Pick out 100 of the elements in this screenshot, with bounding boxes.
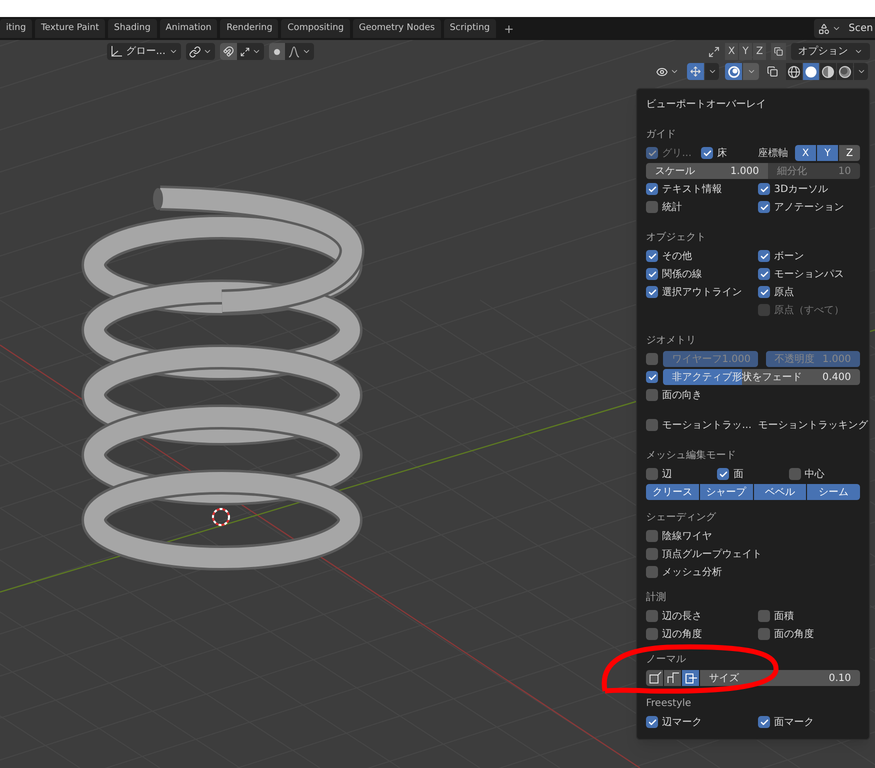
axis-toggle[interactable]: X: [795, 145, 816, 161]
caret-icon: [746, 67, 756, 76]
axis-toggle[interactable]: Y: [739, 43, 752, 60]
slider-field[interactable]: スケール 1.000: [646, 163, 768, 179]
axes-icon: [110, 45, 123, 58]
overlay-toggle[interactable]: [725, 63, 742, 80]
checkbox[interactable]: メッシュ分析: [646, 563, 758, 581]
shading-dropdown[interactable]: [854, 63, 868, 80]
checkbox[interactable]: 頂点グループウェイト: [646, 545, 758, 563]
checkbox[interactable]: 陰線ワイヤ: [646, 527, 758, 545]
axis-toggle[interactable]: Z: [839, 145, 860, 161]
checkmark-icon: [760, 718, 768, 726]
workspace-tab[interactable]: Compositing: [281, 19, 350, 38]
checkbox[interactable]: その他: [646, 247, 758, 265]
checkmark-icon: [648, 148, 656, 158]
transform-orientation-dropdown[interactable]: グロー...: [107, 43, 181, 60]
scene-selector[interactable]: Scen: [814, 19, 875, 38]
scene-icon: [818, 22, 830, 34]
shading-mode-button[interactable]: [803, 63, 819, 80]
axis-toggle[interactable]: Z: [753, 43, 766, 60]
workspace-tab[interactable]: Animation: [160, 19, 218, 38]
checkbox[interactable]: 統計: [646, 198, 758, 216]
shading-mode-button[interactable]: [820, 63, 836, 80]
sphere-icon: [838, 64, 852, 78]
workspace-tab[interactable]: Texture Paint: [34, 19, 106, 38]
checkbox[interactable]: モーショントラッ...: [646, 416, 758, 434]
checkbox[interactable]: アノテーション: [758, 198, 860, 216]
checkmark-icon: [718, 470, 728, 478]
checkbox[interactable]: 面マーク: [758, 713, 860, 731]
axis-toggle[interactable]: Y: [817, 145, 838, 161]
sphere-icon: [821, 64, 835, 78]
checkbox[interactable]: モーションパス: [758, 265, 860, 283]
workspace-tab[interactable]: Scripting: [444, 19, 496, 38]
snap-toggle[interactable]: [220, 43, 237, 60]
checkbox[interactable]: 面の角度: [758, 625, 860, 643]
dot-icon: [272, 48, 281, 56]
checkbox[interactable]: [646, 350, 658, 368]
3d-cursor-icon: [212, 508, 230, 526]
tracking-label: モーショントラッキング: [758, 418, 868, 432]
checkbox[interactable]: 辺マーク: [646, 713, 758, 731]
workspace-tab[interactable]: Shading: [108, 19, 157, 38]
section-heading: ジオメトリ: [646, 334, 697, 348]
checkbox[interactable]: 面: [717, 465, 789, 483]
workspace-tab[interactable]: iting: [0, 19, 32, 38]
expand-arrows-icon: [240, 46, 250, 56]
normal-toggle[interactable]: [664, 670, 681, 686]
gizmo-toggle[interactable]: [687, 63, 704, 80]
checkbox[interactable]: 辺: [646, 465, 718, 483]
checkbox[interactable]: 選択アウトライン: [646, 283, 758, 301]
normal-icon: [684, 671, 698, 685]
caret-icon: [856, 67, 866, 76]
checkbox[interactable]: 関係の線: [646, 265, 758, 283]
edge-mode-button[interactable]: シャープ: [700, 484, 752, 500]
squares-icon: [774, 47, 783, 56]
caret-icon: [670, 67, 679, 76]
slider-field[interactable]: 非アクティブ形状をフェード 0.400: [663, 369, 860, 385]
link-icon: [188, 46, 201, 58]
sphere-icon: [804, 64, 818, 78]
edge-mode-button[interactable]: クリース: [646, 484, 699, 500]
section-heading: シェーディング: [646, 511, 717, 525]
workspace-tab[interactable]: Rendering: [220, 19, 278, 38]
gizmo-dropdown[interactable]: [705, 63, 719, 80]
slider-field[interactable]: サイズ 0.10: [700, 670, 860, 686]
magnet-icon: [222, 46, 234, 57]
overlapping-circles-icon: [728, 66, 740, 78]
caret-icon: [854, 47, 863, 56]
checkbox[interactable]: 中心: [788, 465, 860, 483]
normal-toggle[interactable]: [682, 670, 699, 686]
proportional-edit-toggle[interactable]: [268, 43, 285, 60]
checkbox[interactable]: 床: [701, 144, 758, 162]
checkbox[interactable]: 辺の角度: [646, 625, 758, 643]
normal-icon: [648, 671, 662, 685]
auto-merge-toggle[interactable]: [771, 43, 786, 60]
section-heading: ガイド: [646, 128, 677, 142]
axes-label: 座標軸: [758, 146, 788, 160]
eye-icon: [656, 66, 668, 78]
checkbox[interactable]: 面積: [758, 607, 860, 625]
checkmark-icon: [702, 148, 712, 158]
checkbox[interactable]: テキスト情報: [646, 180, 758, 198]
caret-icon: [708, 67, 716, 76]
add-workspace-button[interactable]: +: [498, 19, 519, 38]
options-dropdown[interactable]: オプション: [791, 43, 870, 60]
axis-toggle[interactable]: X: [725, 43, 738, 60]
pivot-dropdown[interactable]: [186, 43, 215, 60]
edge-mode-button[interactable]: シーム: [807, 484, 860, 500]
checkbox[interactable]: ボーン: [758, 247, 860, 265]
checkbox[interactable]: 辺の長さ: [646, 607, 758, 625]
checkbox[interactable]: 面の向き: [646, 386, 758, 404]
normal-toggle[interactable]: [646, 670, 663, 686]
shading-mode-button[interactable]: [786, 63, 802, 80]
checkbox[interactable]: [646, 368, 658, 386]
checkbox[interactable]: 原点: [758, 283, 860, 301]
edge-mode-button[interactable]: ベベル: [754, 484, 806, 500]
caret-icon: [168, 47, 178, 56]
caret-icon: [202, 47, 212, 56]
shading-mode-button[interactable]: [837, 63, 853, 80]
workspace-tab[interactable]: Geometry Nodes: [352, 19, 441, 38]
checkbox[interactable]: 3Dカーソル: [758, 180, 860, 198]
checkmark-icon: [648, 718, 656, 726]
caret-icon: [302, 47, 311, 56]
